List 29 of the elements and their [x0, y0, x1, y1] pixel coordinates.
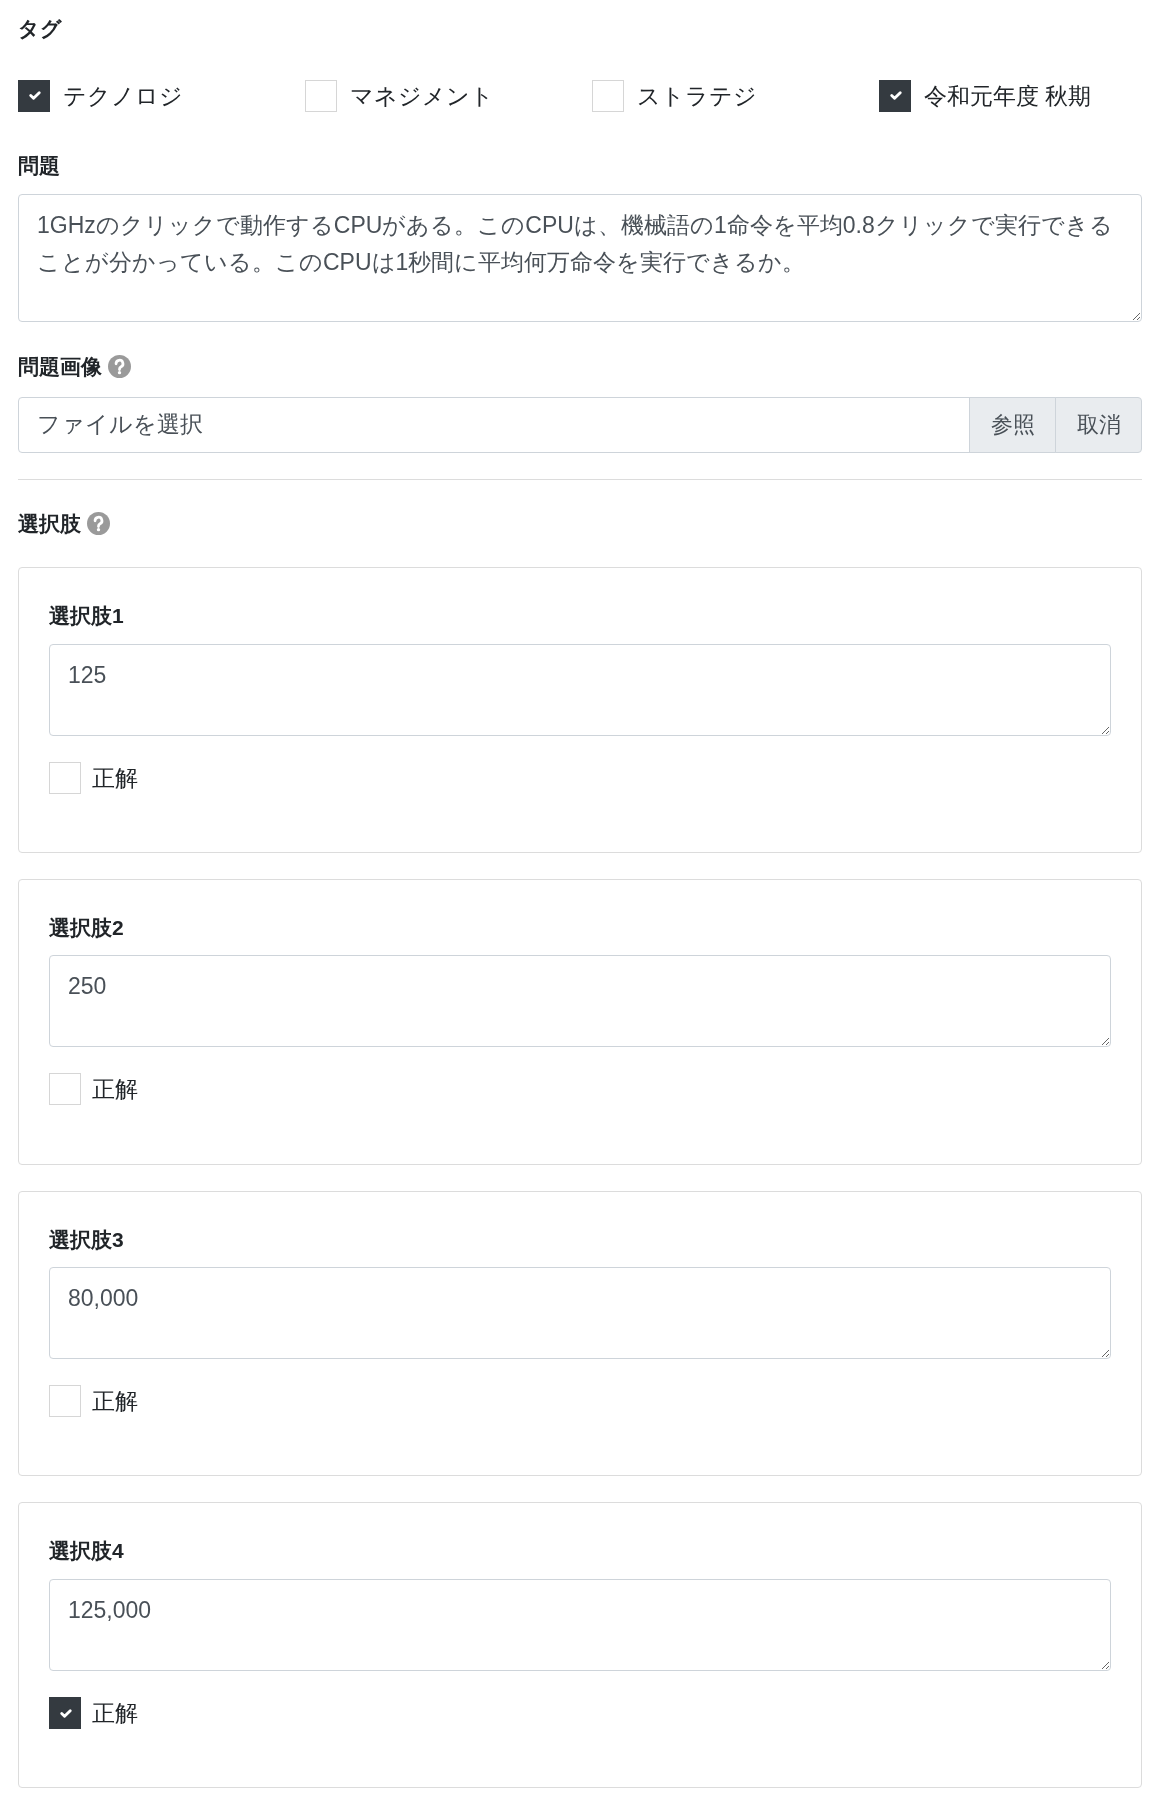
- field-label: 問題画像: [18, 354, 102, 381]
- cancel-button[interactable]: 取消: [1055, 396, 1142, 453]
- checkbox-label: 令和元年度 秋期: [924, 81, 1092, 111]
- choice-label: 選択肢3: [49, 1226, 124, 1253]
- text-area[interactable]: 1GHzのクリックで動作するCPUがある。このCPUは、機械語の1命令を平均0.8クリックで実行できることが分かっている。このCPUは1秒間に平均何万命令を実行できるか。: [18, 194, 1142, 323]
- checkbox[interactable]: [879, 79, 911, 112]
- answer-text-area[interactable]: 125,000: [49, 1578, 1111, 1671]
- checkbox-label: 正解: [92, 1075, 138, 1105]
- checkbox-label: 正解: [92, 1698, 138, 1728]
- browse-button[interactable]: 参照: [969, 396, 1056, 453]
- checkbox-label: マネジメント: [350, 81, 494, 111]
- field-label: タグ: [18, 16, 62, 42]
- answer-text-area[interactable]: 250: [49, 955, 1111, 1048]
- field-label: 問題: [18, 152, 60, 179]
- answer-text-area[interactable]: 125: [49, 643, 1111, 736]
- checkbox-label: 正解: [92, 763, 138, 793]
- choice-label: 選択肢4: [49, 1538, 124, 1565]
- checkbox-label: テクノロジ: [63, 81, 183, 111]
- checkbox-label: ストラテジ: [637, 81, 757, 111]
- checkbox-label: 正解: [92, 1387, 138, 1417]
- checkbox[interactable]: [18, 79, 50, 112]
- checkbox[interactable]: [49, 1696, 81, 1729]
- choice-label: 選択肢2: [49, 914, 124, 941]
- answer-text-area[interactable]: 80,000: [49, 1267, 1111, 1360]
- field-label: 選択肢: [18, 510, 81, 537]
- help-icon[interactable]: [87, 511, 110, 535]
- file-input-field[interactable]: ファイルを選択: [18, 396, 970, 453]
- choice-label: 選択肢1: [49, 603, 124, 630]
- help-icon[interactable]: [108, 355, 131, 379]
